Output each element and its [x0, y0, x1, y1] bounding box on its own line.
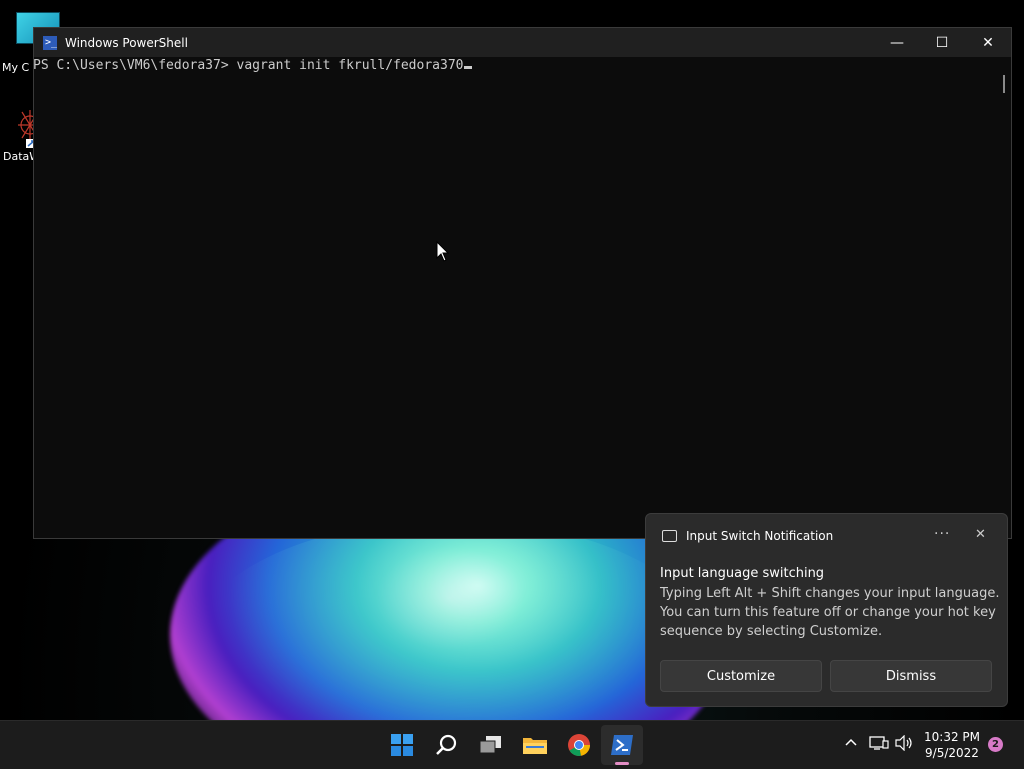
window-title: Windows PowerShell [65, 35, 188, 50]
dismiss-button[interactable]: Dismiss [830, 660, 992, 692]
chrome-icon [568, 734, 590, 756]
chrome-button[interactable] [562, 728, 596, 762]
powershell-window[interactable]: >_ Windows PowerShell — ☐ ✕ PS C:\Users\… [33, 27, 1012, 539]
clock-date: 9/5/2022 [925, 746, 979, 760]
title-bar[interactable]: >_ Windows PowerShell — ☐ ✕ [34, 28, 1011, 57]
prompt-text: PS C:\Users\VM6\fedora37> [33, 58, 237, 73]
notification-header: Input Switch Notification [662, 529, 833, 543]
close-icon: ✕ [982, 34, 994, 51]
taskbar: 10:32 PM 9/5/2022 2 [0, 720, 1024, 769]
terminal-content[interactable]: PS C:\Users\VM6\fedora37> vagrant init f… [33, 57, 1011, 538]
more-options-button[interactable]: ··· [934, 526, 950, 542]
task-view-button[interactable] [474, 728, 508, 762]
close-button[interactable]: ✕ [965, 28, 1011, 57]
powershell-taskbar-button[interactable] [605, 728, 639, 762]
text-cursor [464, 66, 473, 69]
search-icon [436, 734, 457, 755]
command-text: vagrant init fkrull/fedora370 [236, 58, 464, 73]
network-icon [869, 736, 889, 750]
mouse-pointer-icon [436, 240, 450, 267]
file-explorer-icon [523, 738, 547, 754]
notification-count-badge[interactable]: 2 [988, 737, 1003, 752]
start-button[interactable] [385, 728, 419, 762]
network-button[interactable] [869, 735, 889, 755]
scrollbar-thumb[interactable] [1003, 75, 1005, 93]
maximize-button[interactable]: ☐ [919, 28, 965, 57]
command-line[interactable]: PS C:\Users\VM6\fedora37> vagrant init f… [33, 58, 473, 73]
volume-icon [895, 734, 912, 752]
minimize-icon: — [890, 34, 904, 51]
maximize-icon: ☐ [935, 34, 949, 51]
active-indicator [615, 762, 629, 765]
powershell-icon [611, 735, 633, 755]
start-icon [391, 734, 413, 756]
notification-close-button[interactable]: ✕ [975, 527, 986, 542]
input-switch-notification[interactable]: Input Switch Notification ··· ✕ Input la… [645, 513, 1008, 707]
file-explorer-button[interactable] [518, 728, 552, 762]
notification-app-name: Input Switch Notification [686, 529, 834, 543]
keyboard-icon [662, 530, 677, 542]
search-button[interactable] [430, 728, 464, 762]
customize-button[interactable]: Customize [660, 660, 822, 692]
show-hidden-icons-button[interactable] [844, 735, 858, 753]
notification-body: Typing Left Alt + Shift changes your inp… [660, 586, 1000, 639]
clock-time: 10:32 PM [924, 730, 980, 744]
powershell-icon: >_ [43, 35, 58, 50]
notification-title: Input language switching [660, 566, 825, 581]
chevron-up-icon [845, 738, 857, 746]
task-view-icon [479, 736, 501, 754]
clock[interactable]: 10:32 PM 9/5/2022 [920, 729, 984, 761]
volume-button[interactable] [894, 734, 914, 755]
minimize-button[interactable]: — [874, 28, 920, 57]
